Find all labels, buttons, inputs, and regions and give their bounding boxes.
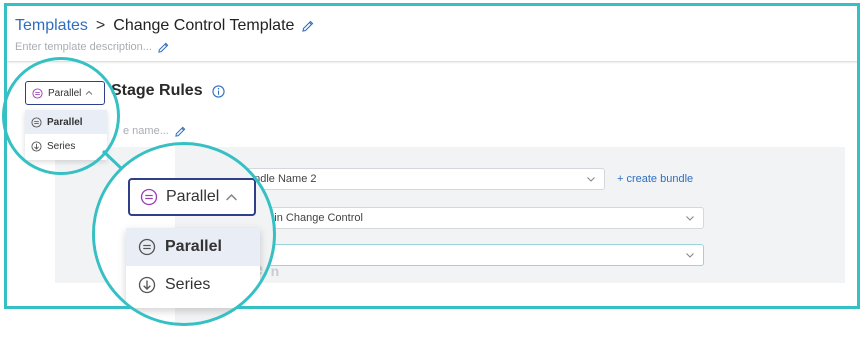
zoom-menu-option-parallel[interactable]: Parallel — [126, 228, 260, 266]
series-down-arrow-icon — [138, 276, 156, 294]
zoom-menu-option-label: Parallel — [165, 238, 222, 255]
zoom-execution-mode-menu: Parallel Series — [126, 228, 260, 308]
zoom-execution-mode-value: Parallel — [166, 188, 220, 205]
parallel-icon — [138, 238, 156, 256]
zoom-menu-option-label: Series — [165, 276, 211, 293]
magnifier-zoom-circle: e r Parallel Parallel Series — [92, 142, 276, 326]
zoom-menu-option-series[interactable]: Series — [126, 266, 260, 304]
parallel-icon — [140, 188, 158, 206]
chevron-up-icon — [226, 193, 238, 200]
zoom-execution-mode-dropdown[interactable]: Parallel — [128, 178, 256, 216]
